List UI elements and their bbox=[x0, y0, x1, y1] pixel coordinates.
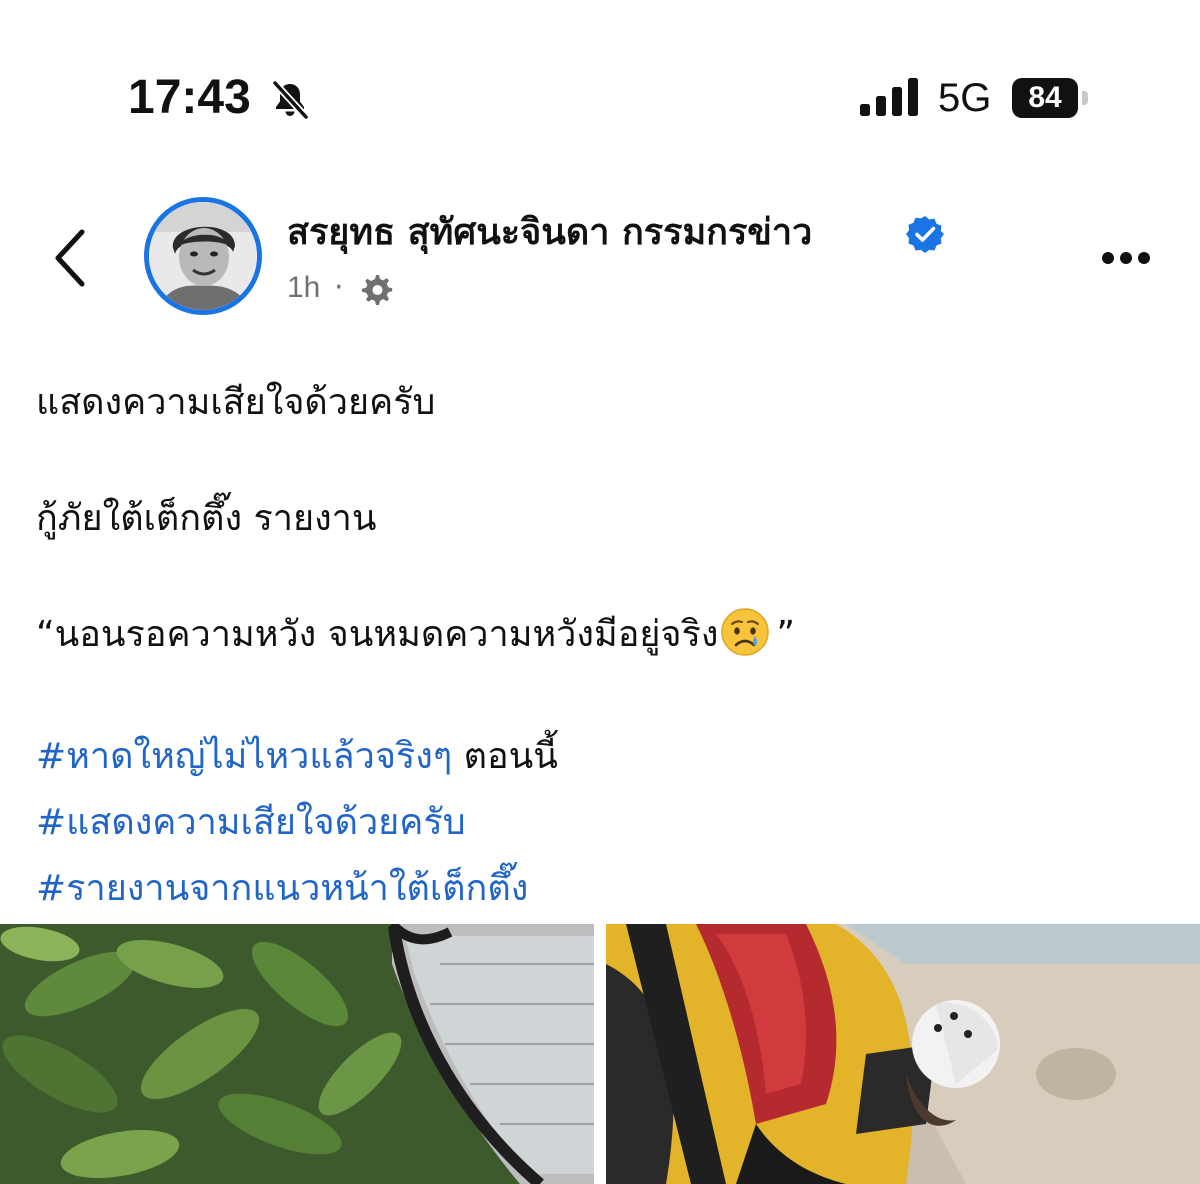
status-time: 17:43 bbox=[128, 71, 251, 124]
post-quote: “นอนรอความหวัง จนหมดความหวังมีอยู่จริง ” bbox=[36, 606, 795, 664]
verified-icon bbox=[906, 216, 944, 253]
hashtag-line: #รายงานจากแนวหน้าใต้เต็กตึ๊ง bbox=[36, 856, 558, 922]
hashtag-link[interactable]: #แสดงความเสียใจด้วยครับ bbox=[36, 802, 466, 843]
more-dot bbox=[1120, 252, 1132, 264]
crying-face-emoji-icon bbox=[721, 608, 770, 656]
more-dot bbox=[1138, 252, 1150, 264]
author-name[interactable]: สรยุทธ สุทัศนะจินดา กรรมกรข่าว bbox=[287, 210, 812, 256]
hashtag-line: #หาดใหญ่ไม่ไหวแล้วจริงๆ ตอนนี้ bbox=[36, 724, 558, 790]
photo-rescue-image bbox=[606, 924, 1200, 1184]
avatar-portrait bbox=[149, 202, 257, 310]
avatar[interactable] bbox=[144, 197, 262, 315]
hashtag-link[interactable]: #รายงานจากแนวหน้าใต้เต็กตึ๊ง bbox=[36, 868, 528, 909]
post-paragraph: แสดงความเสียใจด้วยครับ bbox=[36, 382, 436, 423]
photo-foliage-image bbox=[0, 924, 594, 1184]
post-photo-foliage[interactable] bbox=[0, 924, 594, 1184]
quote-text: “นอนรอความหวัง จนหมดความหวังมีอยู่จริง bbox=[36, 614, 719, 655]
battery-tip bbox=[1082, 91, 1088, 105]
back-icon[interactable] bbox=[48, 224, 96, 292]
battery-level: 84 bbox=[1012, 78, 1078, 118]
post-time[interactable]: 1h bbox=[287, 268, 320, 308]
post-photo-rescue[interactable] bbox=[606, 924, 1200, 1184]
hashtag-line: #แสดงความเสียใจด้วยครับ bbox=[36, 790, 558, 856]
facebook-post-screen: 17:43 5G 84 สรยุทธ สุทัศนะจินดา กรรมกรข่… bbox=[0, 0, 1200, 1184]
hashtag-block: #หาดใหญ่ไม่ไหวแล้วจริงๆ ตอนนี้ #แสดงความ… bbox=[36, 724, 558, 922]
signal-icon bbox=[860, 78, 918, 116]
post-paragraph: กู้ภัยใต้เต็กตึ๊ง รายงาน bbox=[36, 498, 377, 539]
status-bar: 17:43 5G 84 bbox=[0, 0, 1200, 190]
meta-separator: · bbox=[334, 270, 344, 305]
battery-icon: 84 bbox=[1012, 78, 1096, 118]
bell-off-icon bbox=[271, 79, 310, 121]
hashtag-link[interactable]: #หาดใหญ่ไม่ไหวแล้วจริงๆ bbox=[36, 736, 452, 777]
audience-icon bbox=[362, 275, 393, 305]
more-options-button[interactable] bbox=[1096, 240, 1162, 276]
more-dot bbox=[1102, 252, 1114, 264]
hashtag-suffix: ตอนนี้ bbox=[452, 736, 558, 777]
network-type: 5G bbox=[938, 76, 992, 120]
quote-close: ” bbox=[776, 614, 796, 655]
